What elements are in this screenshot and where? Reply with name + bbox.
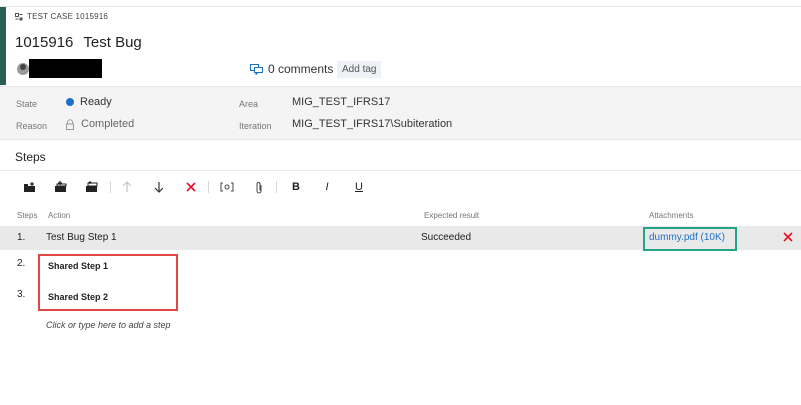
parameter-icon[interactable] — [218, 178, 236, 196]
bold-icon[interactable]: B — [290, 178, 302, 196]
reason-value: Completed — [81, 118, 135, 130]
steps-divider — [0, 170, 801, 171]
column-header-steps: Steps — [17, 211, 38, 220]
toolbar-separator — [276, 181, 277, 193]
reason-field: Completed — [65, 118, 134, 130]
step-number: 3. — [17, 289, 26, 300]
insert-shared-steps-icon[interactable] — [53, 178, 69, 196]
step-expected-result[interactable]: Succeeded — [421, 232, 471, 243]
iteration-label: Iteration — [239, 121, 272, 131]
comment-icon — [250, 63, 263, 75]
state-value: Ready — [80, 96, 112, 108]
step-action[interactable]: Test Bug Step 1 — [46, 232, 117, 243]
comments-link[interactable]: 0 comments — [250, 62, 333, 76]
work-item-type-label: TEST CASE 1015916 — [27, 12, 109, 21]
redacted-assignee[interactable] — [29, 59, 102, 78]
highlight-box-green — [643, 227, 737, 251]
column-header-attachments: Attachments — [649, 211, 694, 220]
test-case-icon — [15, 12, 23, 21]
add-tag-button[interactable]: Add tag — [337, 61, 382, 78]
toolbar-separator — [110, 181, 111, 193]
state-dot-icon — [66, 98, 74, 106]
work-item-id: 1015916 — [15, 34, 74, 51]
iteration-value[interactable]: MIG_TEST_IFRS17\Subiteration — [292, 118, 452, 130]
state-label: State — [16, 99, 38, 109]
step-number: 1. — [17, 232, 26, 243]
work-item-type: TEST CASE 1015916 — [15, 12, 108, 21]
work-item-title-text[interactable]: Test Bug — [83, 34, 141, 51]
toolbar-separator — [208, 181, 209, 193]
column-header-expected: Expected result — [424, 211, 480, 220]
steps-section-title: Steps — [15, 150, 46, 164]
move-down-icon[interactable] — [152, 178, 166, 196]
step-number: 2. — [17, 258, 26, 269]
attachment-icon[interactable] — [252, 178, 266, 196]
lock-icon — [66, 118, 74, 130]
delete-row-icon[interactable] — [782, 230, 794, 242]
move-up-icon[interactable] — [120, 178, 134, 196]
top-divider — [0, 0, 801, 7]
column-header-action: Action — [48, 211, 71, 220]
work-item-title[interactable]: 1015916 Test Bug — [15, 34, 142, 51]
highlight-box-red — [38, 254, 178, 311]
delete-step-icon[interactable] — [184, 178, 198, 196]
state-field[interactable]: Ready — [66, 96, 112, 108]
underline-icon[interactable]: U — [353, 178, 365, 196]
work-item-color-bar — [0, 7, 6, 85]
create-shared-steps-icon[interactable] — [84, 178, 100, 196]
area-value[interactable]: MIG_TEST_IFRS17 — [292, 96, 390, 108]
italic-icon[interactable]: I — [321, 178, 333, 196]
area-label: Area — [239, 99, 259, 109]
comments-count: 0 comments — [268, 62, 334, 76]
insert-step-icon[interactable] — [22, 178, 38, 196]
avatar[interactable] — [17, 63, 29, 75]
add-step-hint[interactable]: Click or type here to add a step — [46, 320, 171, 330]
work-item-fields: State Ready Reason Completed Area MIG_TE… — [0, 86, 801, 140]
reason-label: Reason — [16, 121, 48, 131]
